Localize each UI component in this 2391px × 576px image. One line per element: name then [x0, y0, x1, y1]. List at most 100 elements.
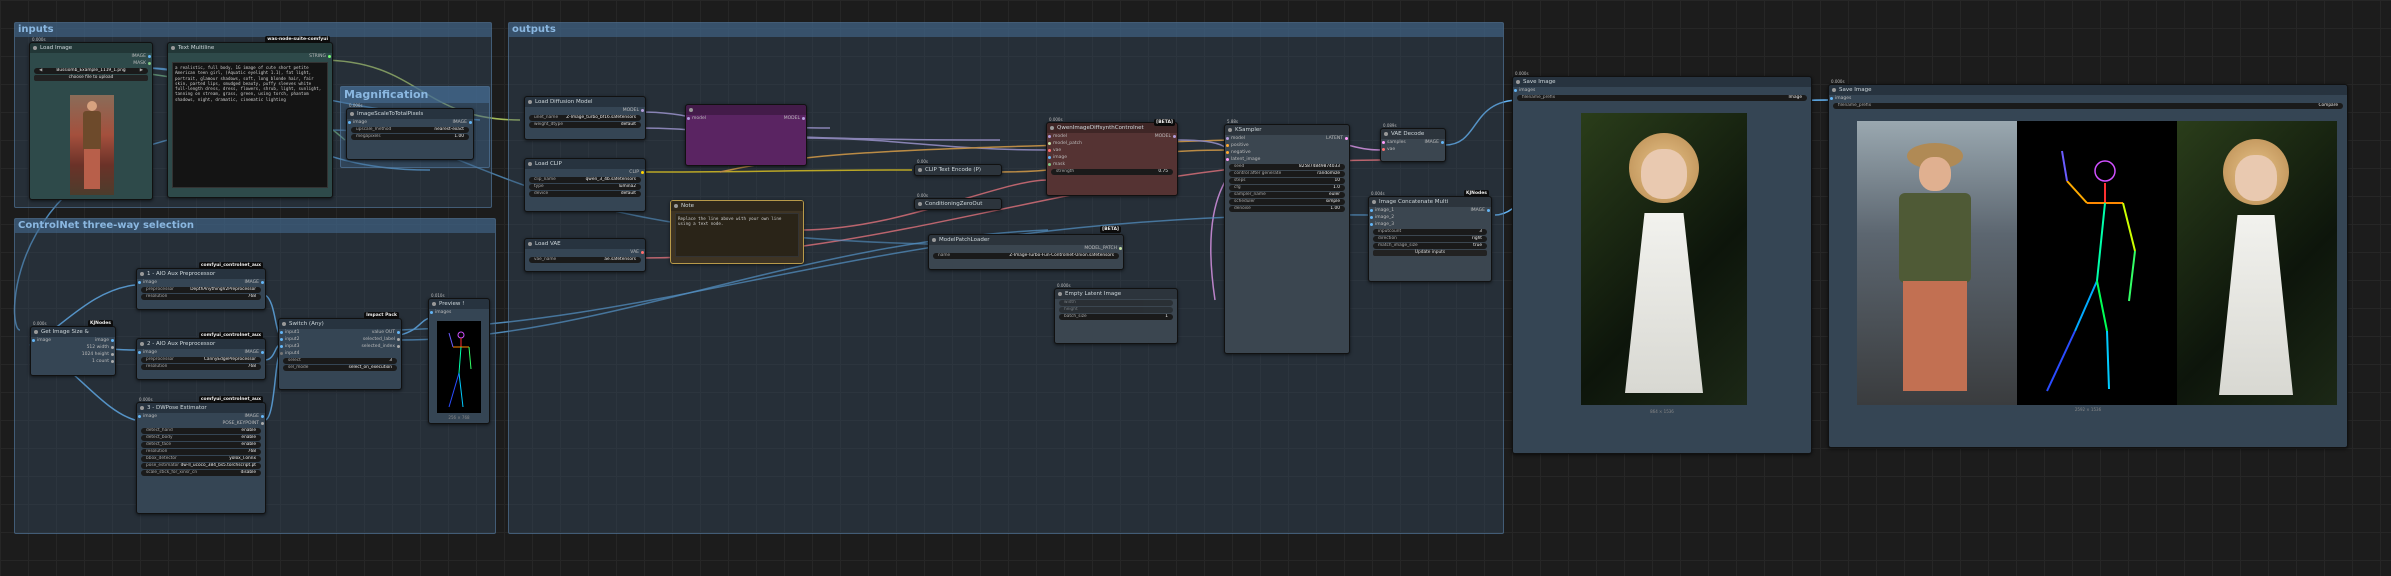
- node-load-image[interactable]: 0.000s Load Image IMAGE MASK ◀ Bussiomb_E…: [29, 37, 153, 200]
- workflow-canvas[interactable]: inputs outputs ControlNet three-way sele…: [0, 0, 2391, 576]
- resolution-widget[interactable]: resolution 768: [141, 294, 261, 300]
- input-latent-image[interactable]: latent_image: [1225, 156, 1349, 163]
- node-load-clip[interactable]: Load CLIP CLIP clip_name qwen_3_4b.safete…: [524, 158, 646, 212]
- prompt-textarea[interactable]: a realistic, full body, 1G image of cute…: [172, 62, 328, 188]
- input-mask[interactable]: mask: [1047, 161, 1177, 168]
- input-images[interactable]: images: [1829, 95, 2347, 102]
- match-image-size-toggle[interactable]: match_image_size true: [1373, 243, 1487, 249]
- width-widget[interactable]: width: [1059, 300, 1173, 306]
- input-positive[interactable]: positive: [1225, 142, 1349, 149]
- input-4[interactable]: input4: [279, 350, 401, 357]
- bbox-detector-widget[interactable]: bbox_detector yolox_l.onnx: [141, 456, 261, 462]
- preprocessor-widget[interactable]: preprocessor CannyEdgePreprocessor: [141, 357, 261, 363]
- upload-button[interactable]: choose file to upload: [34, 75, 148, 81]
- node-get-image-size[interactable]: 0.000s KJNodes Get Image Size & image ima…: [30, 320, 116, 376]
- input-image-1[interactable]: image_1 IMAGE: [1369, 207, 1491, 214]
- pose-estimator-widget[interactable]: pose_estimator dw-ll_ucoco_384_bs5.torchs…: [141, 463, 261, 469]
- input-image[interactable]: image: [1047, 154, 1177, 161]
- input-model-patch[interactable]: model_patch: [1047, 140, 1177, 147]
- input-vae[interactable]: vae: [1047, 147, 1177, 154]
- io-row[interactable]: model MODEL: [686, 115, 806, 122]
- weight-dtype-widget[interactable]: weight_dtype default: [529, 122, 641, 128]
- input-images[interactable]: images: [429, 309, 489, 316]
- note-textarea[interactable]: Replace the line above with your own lin…: [675, 213, 799, 257]
- io-row[interactable]: image IMAGE: [137, 349, 265, 356]
- output-count[interactable]: 1 count: [31, 358, 115, 365]
- image-file-select[interactable]: ◀ Bussiomb_Example_1119_1.png ▶: [34, 68, 148, 74]
- vae-name-widget[interactable]: vae_name ae.safetensors: [529, 257, 641, 263]
- patch-name-widget[interactable]: name Z-Image-Turbo-Fun-Controlnet-Union.s…: [933, 253, 1119, 259]
- output-image[interactable]: IMAGE: [30, 53, 152, 60]
- input-2[interactable]: input2 selected_label: [279, 336, 401, 343]
- steps-widget[interactable]: steps 10: [1229, 178, 1345, 184]
- input-samples[interactable]: samples IMAGE: [1381, 139, 1445, 146]
- output-width[interactable]: 512 width: [31, 344, 115, 351]
- detect-face-widget[interactable]: detect_face enable: [141, 442, 261, 448]
- clip-name-widget[interactable]: clip_name qwen_3_4b.safetensors: [529, 177, 641, 183]
- node-note[interactable]: Note Replace the line above with your ow…: [670, 200, 804, 264]
- node-load-vae[interactable]: Load VAE VAE vae_name ae.safetensors: [524, 238, 646, 272]
- node-vae-decode[interactable]: 0.089s VAE Decode samples IMAGE vae: [1380, 123, 1446, 162]
- denoise-widget[interactable]: denoise 1.00: [1229, 206, 1345, 212]
- seed-widget[interactable]: seed 825874849874033: [1229, 164, 1345, 170]
- cfg-widget[interactable]: cfg 1.0: [1229, 185, 1345, 191]
- unet-name-widget[interactable]: unet_name Z-Image_turbo_bf16.safetensors: [529, 115, 641, 121]
- detect-hand-widget[interactable]: detect_hand enable: [141, 428, 261, 434]
- select-widget[interactable]: select 3: [283, 358, 397, 364]
- output-clip[interactable]: CLIP: [525, 169, 645, 176]
- node-conditioning-zero-out[interactable]: 0.00s ConditioningZeroOut: [914, 193, 1002, 210]
- output-mask[interactable]: MASK: [30, 60, 152, 67]
- node-save-image-1[interactable]: 0.000s Save Image images filename_prefix…: [1512, 71, 1812, 454]
- node-clip-text-encode[interactable]: 0.00s CLIP Text Encode (P): [914, 159, 1002, 176]
- sampler-name-widget[interactable]: sampler_name euler: [1229, 192, 1345, 198]
- node-load-diffusion-model[interactable]: Load Diffusion Model MODEL unet_name Z-Im…: [524, 96, 646, 140]
- node-aio-aux-preprocessor-2[interactable]: comfyui_controlnet_aux 2 - AIO Aux Prepr…: [136, 332, 266, 380]
- filename-prefix-widget[interactable]: filename_prefix Image: [1517, 95, 1807, 101]
- node-text-multiline[interactable]: was-node-suite-comfyui Text Multiline ST…: [167, 36, 333, 198]
- output-vae[interactable]: VAE: [525, 249, 645, 256]
- input-1[interactable]: input1 value OUT: [279, 329, 401, 336]
- input-3[interactable]: input3 selected_index: [279, 343, 401, 350]
- node-aio-aux-preprocessor-1[interactable]: comfyui_controlnet_aux 1 - AIO Aux Prepr…: [136, 262, 266, 310]
- node-model-patch-loader[interactable]: [BETA] ModelPatchLoader MODEL_PATCH name…: [928, 226, 1124, 270]
- group-outputs[interactable]: outputs: [508, 22, 1504, 534]
- output-pose-keypoint[interactable]: POSE_KEYPOINT: [137, 420, 265, 427]
- input-vae[interactable]: vae: [1381, 146, 1445, 153]
- node-save-image-2[interactable]: 0.000s Save Image images filename_prefix…: [1828, 79, 2348, 448]
- batch-size-widget[interactable]: batch_size 1: [1059, 314, 1173, 320]
- input-negative[interactable]: negative: [1225, 149, 1349, 156]
- detect-body-widget[interactable]: detect_body enable: [141, 435, 261, 441]
- strength-widget[interactable]: strength 0.75: [1051, 169, 1173, 175]
- control-after-generate-widget[interactable]: control after generate randomize: [1229, 171, 1345, 177]
- node-image-concatenate-multi[interactable]: 0.004s KJNodes Image Concatenate Multi i…: [1368, 190, 1492, 282]
- node-preview-image[interactable]: 0.010s Preview ! images 256 × 768: [428, 293, 490, 424]
- upscale-method-widget[interactable]: upscale_method nearest-exact: [351, 127, 469, 133]
- sel-mode-widget[interactable]: sel_mode select_on_execution: [283, 365, 397, 371]
- input-image-2[interactable]: image_2: [1369, 214, 1491, 221]
- io-row[interactable]: image IMAGE: [137, 413, 265, 420]
- io-row[interactable]: image IMAGE: [347, 119, 473, 126]
- resolution-widget[interactable]: resolution 768: [141, 364, 261, 370]
- output-string[interactable]: STRING: [168, 53, 332, 60]
- node-ksampler[interactable]: 5.88s KSampler model LATENT positive nega…: [1224, 119, 1350, 354]
- node-qwen-diffsynth-controlnet[interactable]: 0.000s [BETA] QwenImageDiffsynthControln…: [1046, 117, 1178, 196]
- io-row[interactable]: image IMAGE: [137, 279, 265, 286]
- height-widget[interactable]: height: [1059, 307, 1173, 313]
- node-model-bypass[interactable]: model MODEL: [685, 104, 807, 166]
- output-model[interactable]: MODEL: [525, 107, 645, 114]
- node-image-scale[interactable]: 0.000s ImageScaleToTotalPixels image IMAG…: [346, 103, 474, 160]
- megapixels-widget[interactable]: megapixels 1.00: [351, 134, 469, 140]
- resolution-widget[interactable]: resolution 768: [141, 449, 261, 455]
- io-row[interactable]: image image: [31, 337, 115, 344]
- node-dwpose-estimator[interactable]: 0.000s comfyui_controlnet_aux 3 - DWPose…: [136, 396, 266, 514]
- filename-prefix-widget[interactable]: filename_prefix Compare: [1833, 103, 2343, 109]
- node-empty-latent-image[interactable]: 0.000s Empty Latent Image width height b…: [1054, 283, 1178, 344]
- device-widget[interactable]: device default: [529, 191, 641, 197]
- input-image-3[interactable]: image_3: [1369, 221, 1491, 228]
- direction-widget[interactable]: direction right: [1373, 236, 1487, 242]
- scheduler-widget[interactable]: scheduler simple: [1229, 199, 1345, 205]
- update-inputs-button[interactable]: Update inputs: [1373, 250, 1487, 256]
- input-model[interactable]: model LATENT: [1225, 135, 1349, 142]
- preprocessor-widget[interactable]: preprocessor DepthAnythingV2Preprocessor: [141, 287, 261, 293]
- output-model-patch[interactable]: MODEL_PATCH: [929, 245, 1123, 252]
